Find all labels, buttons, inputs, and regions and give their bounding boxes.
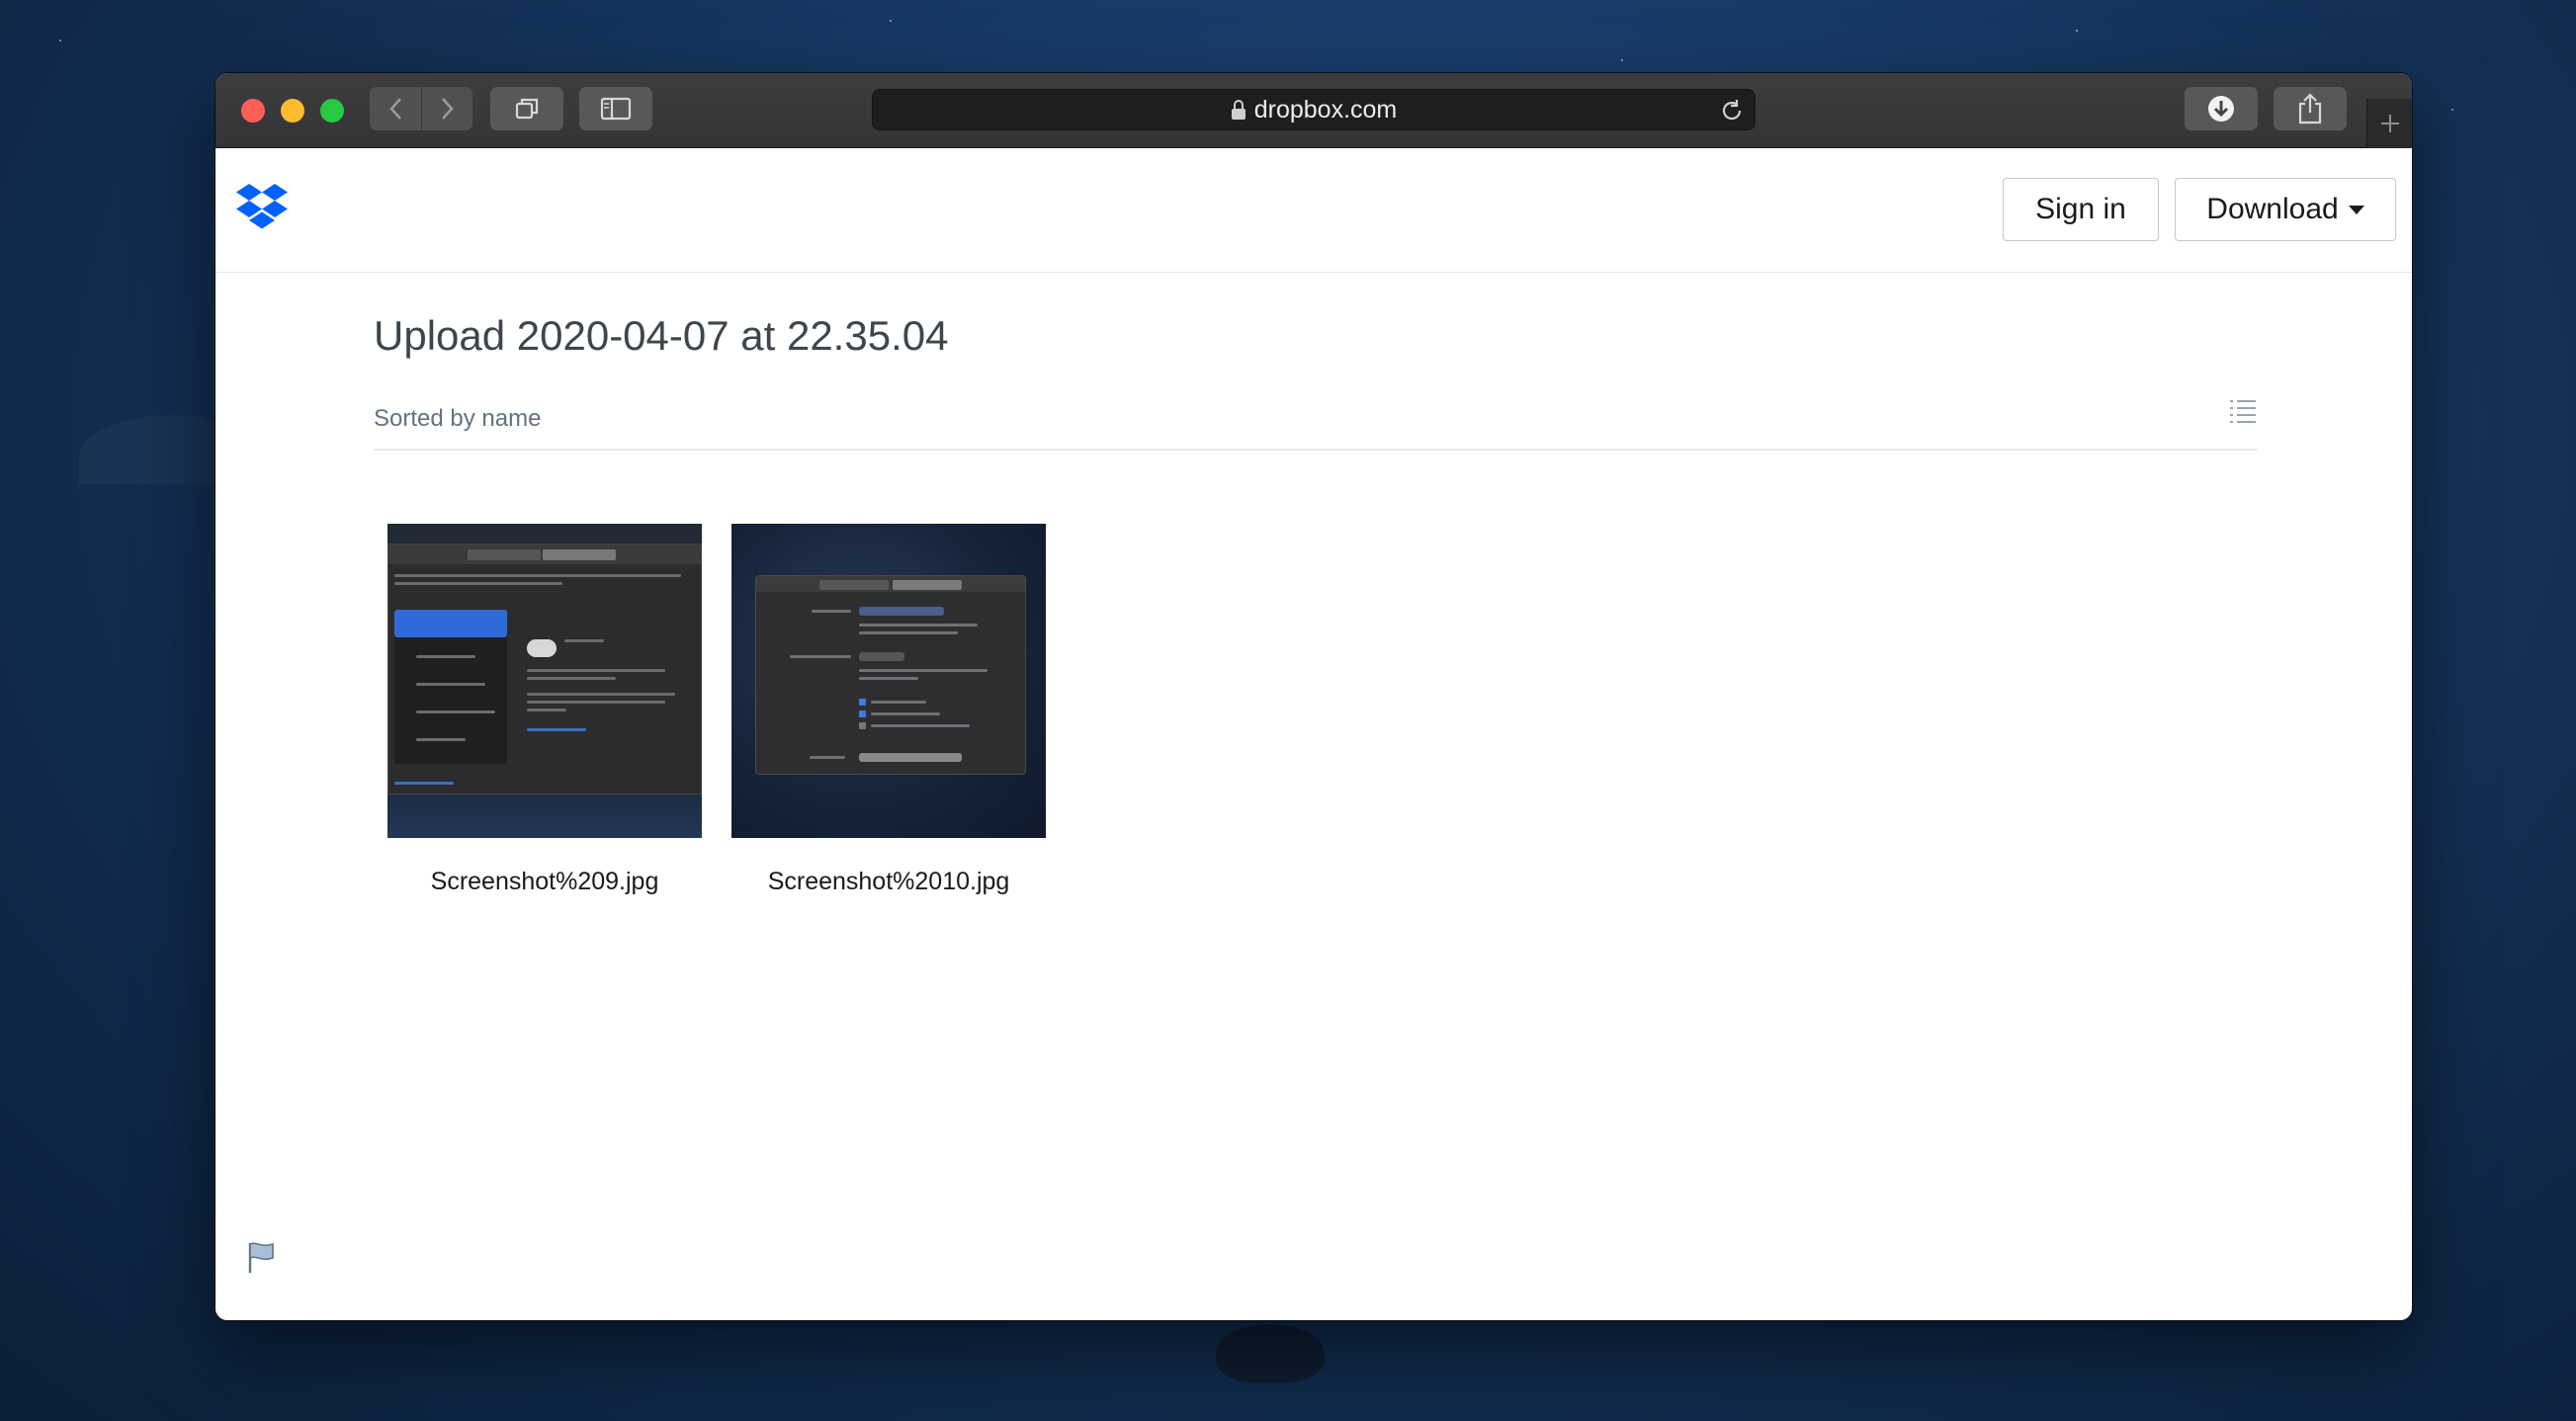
- thumbnail-checkbox: [859, 710, 866, 717]
- cloud-icon: [527, 639, 557, 657]
- thumbnail-text-line: [859, 677, 918, 680]
- thumbnail-screenshot: [755, 575, 1026, 775]
- list-view-icon[interactable]: [2228, 395, 2258, 425]
- thumbnail-text-line: [416, 710, 495, 713]
- desktop-island: [79, 415, 237, 484]
- download-label: Download: [2206, 193, 2339, 225]
- sort-label[interactable]: Sorted by name: [374, 405, 541, 433]
- thumbnail-text-line: [527, 709, 566, 711]
- thumbnail-text-line: [527, 669, 665, 672]
- thumbnail-shortcut-field: [859, 753, 962, 762]
- thumbnail-titlebar: [756, 576, 1025, 592]
- thumbnail-checkbox: [859, 699, 866, 706]
- thumbnail-text-line: [871, 724, 970, 727]
- chevron-left-icon: [389, 98, 401, 120]
- download-dropdown-button[interactable]: Download: [2175, 178, 2396, 241]
- site-header: Sign in Download: [215, 148, 2412, 273]
- thumbnail-text-line: [527, 701, 665, 704]
- thumbnail-checkbox: [859, 722, 866, 729]
- plus-icon: [2380, 115, 2399, 132]
- address-bar[interactable]: dropbox.com: [872, 89, 1756, 130]
- sign-in-label: Sign in: [2035, 193, 2126, 225]
- thumbnail-text-line: [871, 712, 940, 715]
- minimize-window-button[interactable]: [281, 99, 304, 123]
- thumbnail-text-line: [859, 669, 987, 672]
- thumbnail-text-line: [394, 574, 681, 577]
- share-button[interactable]: [2274, 87, 2347, 130]
- sidebar-toggle-button[interactable]: [579, 87, 652, 130]
- thumbnail-tab: [468, 549, 541, 560]
- file-name[interactable]: Screenshot%209.jpg: [387, 868, 702, 896]
- folder-title: Upload 2020-04-07 at 22.35.04: [374, 312, 949, 359]
- thumbnail-selected-row: [394, 610, 507, 637]
- file-item[interactable]: Screenshot%209.jpg: [387, 524, 702, 896]
- back-button[interactable]: [370, 87, 421, 130]
- desktop-rock: [1216, 1324, 1325, 1383]
- file-thumbnail[interactable]: [731, 524, 1046, 838]
- thumbnail-tab: [819, 580, 889, 590]
- share-icon: [2298, 93, 2322, 125]
- tab-overview-button[interactable]: [490, 87, 563, 130]
- forward-button[interactable]: [421, 87, 472, 130]
- star: [2076, 30, 2078, 32]
- downloads-button[interactable]: [2185, 87, 2258, 130]
- thumbnail-text-line: [416, 655, 475, 658]
- thumbnail-button: [859, 652, 904, 661]
- thumbnail-text-line: [527, 677, 616, 680]
- flag-icon[interactable]: [247, 1241, 277, 1275]
- thumbnail-link-line: [527, 728, 586, 731]
- thumbnail-text-line: [416, 683, 485, 686]
- nav-button-group: [370, 87, 472, 130]
- thumbnail-text-line: [394, 582, 562, 585]
- thumbnail-text-line: [812, 610, 851, 613]
- file-name[interactable]: Screenshot%2010.jpg: [731, 868, 1046, 896]
- sidebar-icon: [600, 97, 632, 121]
- thumbnail-text-line: [527, 693, 675, 696]
- thumbnail-text-line: [790, 655, 851, 658]
- new-tab-button[interactable]: [2366, 99, 2412, 148]
- chevron-right-icon: [441, 98, 454, 120]
- thumbnail-tab: [543, 549, 616, 560]
- star: [59, 40, 61, 42]
- dropbox-logo-icon[interactable]: [235, 184, 289, 231]
- thumbnail-text-line: [564, 639, 604, 642]
- file-item[interactable]: Screenshot%2010.jpg: [731, 524, 1046, 896]
- thumbnail-popup: [859, 607, 944, 616]
- sign-in-button[interactable]: Sign in: [2003, 178, 2159, 241]
- web-page: Sign in Download Upload 2020-04-07 at 22…: [215, 148, 2412, 1320]
- star: [2451, 109, 2453, 111]
- thumbnail-text-line: [810, 756, 845, 759]
- thumbnail-screenshot: [387, 543, 702, 794]
- close-window-button[interactable]: [241, 99, 265, 123]
- reload-icon[interactable]: [1719, 98, 1745, 124]
- url-text: dropbox.com: [1253, 95, 1398, 124]
- thumbnail-tab: [893, 580, 962, 590]
- thumbnail-text-line: [859, 624, 978, 627]
- file-thumbnail[interactable]: [387, 524, 702, 838]
- sort-bar: Sorted by name: [374, 395, 2258, 451]
- browser-window: dropbox.com Sign in Download Upload 2020…: [215, 73, 2412, 1320]
- star: [1621, 59, 1623, 61]
- browser-toolbar: dropbox.com: [215, 73, 2412, 148]
- tab-overview-icon: [515, 98, 539, 120]
- file-grid: Screenshot%209.jpg Screenshot%2010.jpg: [387, 524, 1075, 896]
- zoom-window-button[interactable]: [320, 99, 344, 123]
- star: [890, 20, 892, 22]
- caret-down-icon: [2348, 205, 2364, 214]
- thumbnail-titlebar: [388, 544, 701, 564]
- thumbnail-link-line: [394, 782, 454, 785]
- download-arrow-icon: [2208, 96, 2234, 122]
- lock-icon: [1231, 100, 1245, 120]
- thumbnail-text-line: [416, 738, 466, 741]
- thumbnail-text-line: [859, 631, 958, 634]
- thumbnail-text-line: [871, 701, 926, 704]
